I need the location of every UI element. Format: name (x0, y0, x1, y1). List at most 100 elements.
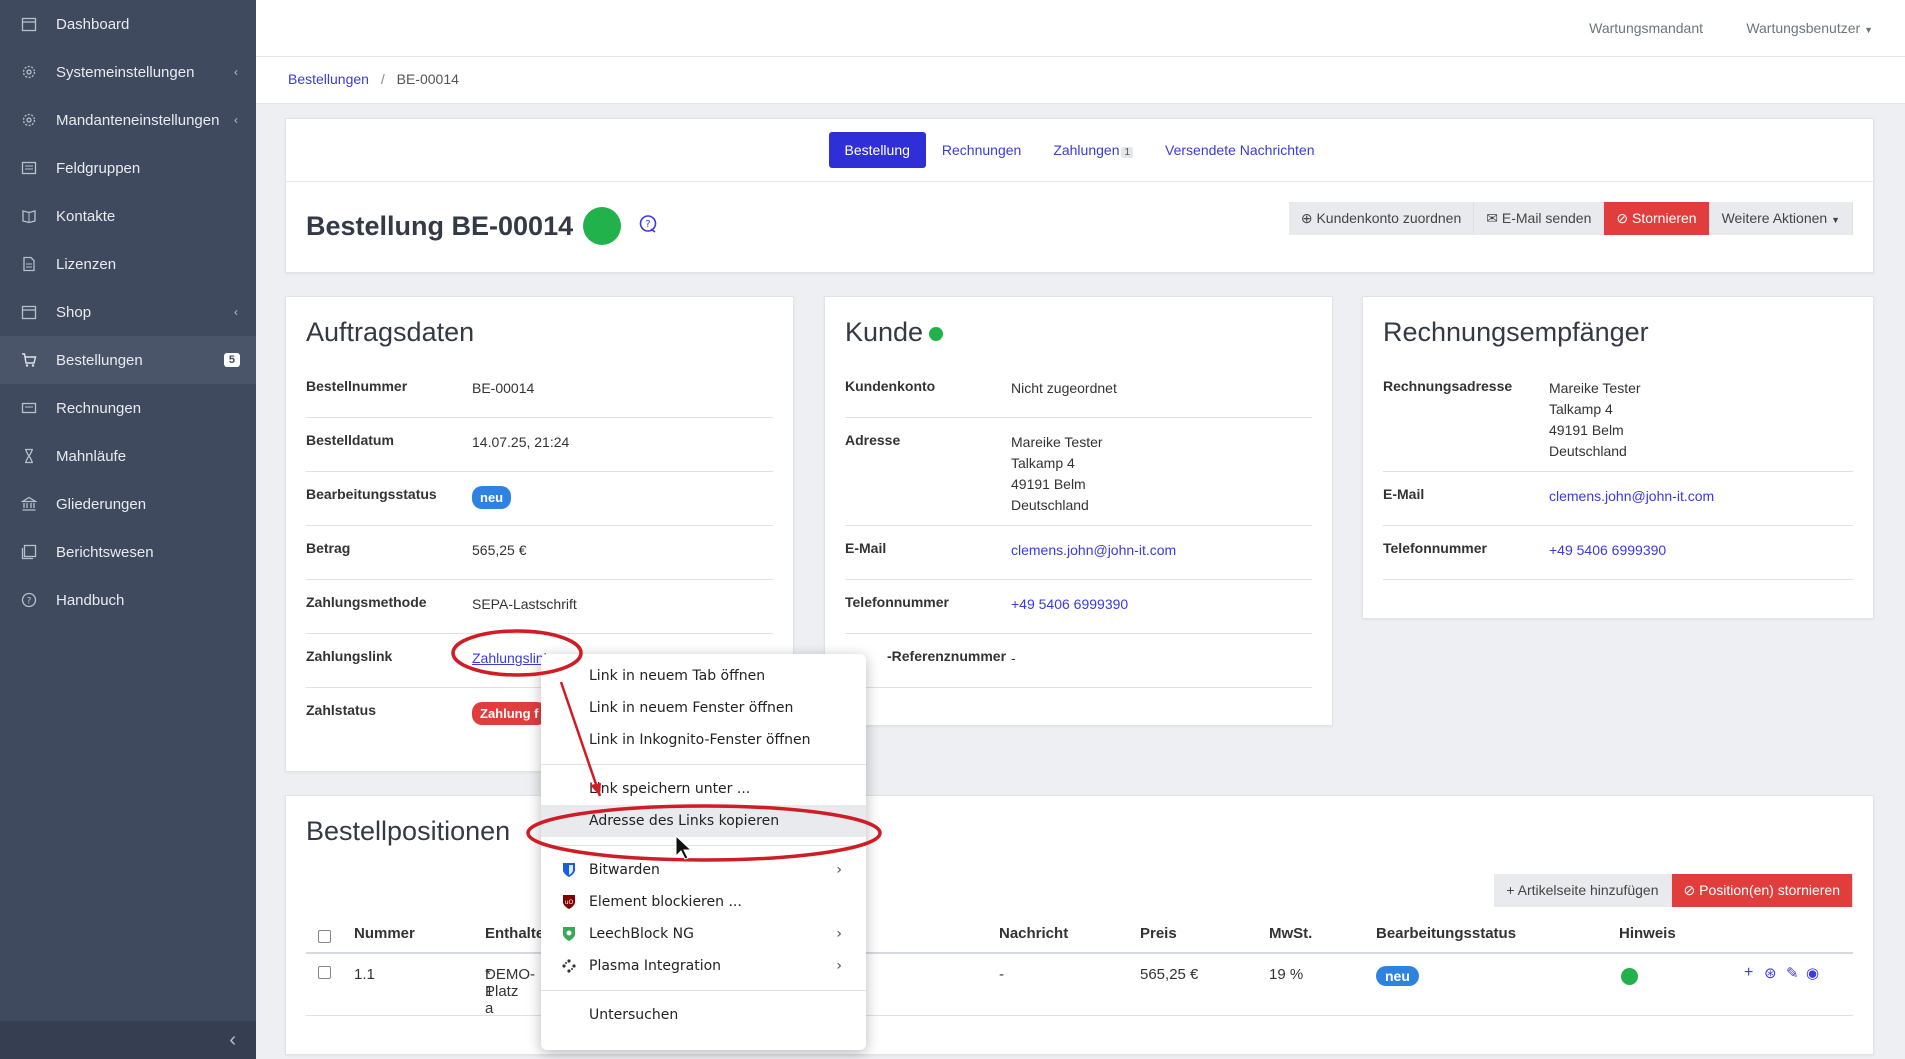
invoice-address: Mareike Tester Talkamp 4 49191 Belm Deut… (1549, 378, 1641, 462)
customer-phone-row: Telefonnummer +49 5406 6999390 (845, 580, 1312, 634)
column-header: Preis (1140, 925, 1177, 942)
divider (286, 181, 1873, 182)
sidebar-item-dashboard[interactable]: Dashboard (0, 0, 256, 48)
tab-bar: Bestellung Rechnungen Zahlungen 1 Versend… (286, 132, 1873, 168)
payment-status-badge: Zahlung f (472, 702, 547, 725)
column-header: MwSt. (1269, 925, 1313, 942)
field-label: Rechnungsadresse (1383, 378, 1513, 394)
menu-separator (541, 990, 866, 991)
tab-versendete-nachrichten[interactable]: Versendete Nachrichten (1149, 132, 1330, 168)
add-article-button[interactable]: + Artikelseite hinzufügen (1494, 874, 1672, 907)
page-title: Bestellung BE-00014 (306, 211, 574, 241)
position-vat: 19 % (1269, 966, 1304, 983)
sidebar-item-lizenzen[interactable]: Lizenzen (0, 240, 256, 288)
sidebar-item-label: Systemeinstellungen (56, 63, 195, 81)
tenant-label[interactable]: Wartungsmandant (1589, 20, 1703, 36)
breadcrumb: Bestellungen / BE-00014 (256, 57, 1905, 104)
menu-item-open-incognito[interactable]: Link in Inkognito-Fenster öffnen (541, 724, 866, 756)
customer-account-row: Kundenkonto Nicht zugeordnet (845, 364, 1312, 418)
menu-item-bitwarden[interactable]: Bitwarden › (541, 854, 866, 886)
sidebar-item-label: Gliederungen (56, 495, 147, 513)
sidebar-item-label: Mandanteneinstellungen (56, 111, 220, 129)
tab-label: Zahlungen (1053, 142, 1120, 158)
sidebar-item-mahnlaeufe[interactable]: Mahnläufe (0, 432, 256, 480)
menu-item-label: Link in Inkognito-Fenster öffnen (589, 732, 811, 748)
sidebar-item-rechnungen[interactable]: Rechnungen (0, 384, 256, 432)
menu-item-copy-link-address[interactable]: Adresse des Links kopieren (541, 805, 866, 837)
contents-line: * Platz a (485, 966, 519, 1017)
book-icon (20, 207, 38, 225)
sidebar-item-kontakte[interactable]: Kontakte (0, 192, 256, 240)
sidebar-item-systemeinstellungen[interactable]: Systemeinstellungen ‹ (0, 48, 256, 96)
calendar-icon (20, 303, 38, 321)
status-indicator (929, 326, 944, 341)
hourglass-icon (20, 447, 38, 465)
invoice-address-row: Rechnungsadresse Mareike Tester Talkamp … (1383, 364, 1853, 472)
button-label: Position(en) stornieren (1699, 882, 1840, 898)
sidebar-item-berichtswesen[interactable]: Berichtswesen (0, 528, 256, 576)
address-line: Deutschland (1011, 497, 1089, 513)
sidebar-item-shop[interactable]: Shop ‹ (0, 288, 256, 336)
menu-item-label: Link speichern unter ... (589, 781, 751, 797)
sidebar-item-mandanteneinstellungen[interactable]: Mandanteneinstellungen ‹ (0, 96, 256, 144)
menu-item-save-link[interactable]: Link speichern unter ... (541, 773, 866, 805)
field-label: Bearbeitungsstatus (306, 486, 437, 502)
phone-link[interactable]: +49 5406 6999390 (1549, 542, 1666, 558)
table-header: Nummer Enthalte Nachricht Preis MwSt. Be… (306, 916, 1853, 954)
sidebar-item-label: Handbuch (56, 591, 125, 609)
assign-account-button[interactable]: ⊕ Kundenkonto zuordnen (1288, 202, 1475, 235)
ban-icon: ⊘ (1683, 882, 1696, 898)
tab-rechnungen[interactable]: Rechnungen (926, 132, 1037, 168)
menu-item-element-blockieren[interactable]: uO Element blockieren ... (541, 886, 866, 918)
plus-icon[interactable]: + (1744, 964, 1753, 982)
send-email-button[interactable]: ✉ E-Mail senden (1474, 202, 1605, 235)
menu-item-untersuchen[interactable]: Untersuchen (541, 999, 866, 1031)
eye-icon[interactable]: ◉ (1806, 964, 1819, 982)
card-title: Bestellpositionen (306, 816, 511, 846)
chevron-left-icon[interactable]: ‹ (229, 1029, 236, 1052)
field-label: E-Mail (1383, 486, 1425, 502)
pencil-icon[interactable]: ✎ (1786, 964, 1799, 982)
caret-down-icon: ▼ (1864, 25, 1873, 35)
menu-item-label: Bitwarden (589, 862, 660, 878)
menu-separator (541, 764, 866, 765)
menu-item-plasma-integration[interactable]: Plasma Integration › (541, 950, 866, 982)
menu-item-open-new-tab[interactable]: Link in neuem Tab öffnen (541, 660, 866, 692)
address-line: Talkamp 4 (1011, 455, 1075, 471)
status-badge: neu (1376, 966, 1419, 986)
tab-zahlungen[interactable]: Zahlungen 1 (1037, 132, 1149, 168)
sidebar-item-handbuch[interactable]: ? Handbuch (0, 576, 256, 624)
sidebar-item-gliederungen[interactable]: Gliederungen (0, 480, 256, 528)
tab-bestellung[interactable]: Bestellung (828, 132, 926, 168)
select-all-checkbox[interactable] (318, 930, 331, 943)
address-line: Mareike Tester (1011, 434, 1103, 450)
field-label: Zahlungsmethode (306, 594, 427, 610)
more-actions-dropdown[interactable]: Weitere Aktionen ▼ (1709, 202, 1853, 235)
question-bubble-icon[interactable]: ? (638, 214, 658, 240)
menu-item-open-new-window[interactable]: Link in neuem Fenster öffnen (541, 692, 866, 724)
customer-address: Mareike Tester Talkamp 4 49191 Belm Deut… (1011, 432, 1103, 516)
user-menu[interactable]: Wartungsbenutzer ▼ (1746, 20, 1873, 36)
cancel-order-button[interactable]: ⊘ Stornieren (1604, 202, 1710, 235)
payment-link[interactable]: Zahlungslink (472, 650, 551, 666)
email-link[interactable]: clemens.john@john-it.com (1011, 542, 1176, 558)
field-label: Bestellnummer (306, 378, 408, 394)
column-header: Enthalte (485, 925, 545, 942)
sidebar-item-feldgruppen[interactable]: Feldgruppen (0, 144, 256, 192)
row-checkbox[interactable] (318, 966, 331, 979)
document-icon (20, 255, 38, 273)
arrow-circle-icon[interactable]: ⊛ (1764, 964, 1777, 982)
receipt-icon (20, 399, 38, 417)
field-label: Telefonnummer (845, 594, 949, 610)
cancel-positions-button[interactable]: ⊘ Position(en) stornieren (1671, 874, 1853, 907)
menu-item-leechblock[interactable]: LeechBlock NG › (541, 918, 866, 950)
button-label: E-Mail senden (1501, 210, 1592, 226)
order-number: BE-00014 (472, 380, 535, 396)
sidebar-item-bestellungen[interactable]: Bestellungen 5 (0, 336, 256, 384)
phone-link[interactable]: +49 5406 6999390 (1011, 596, 1128, 612)
email-link[interactable]: clemens.john@john-it.com (1549, 488, 1714, 504)
column-header: Nachricht (999, 925, 1069, 942)
invoice-recipient-card: Rechnungsempfänger Rechnungsadresse Mare… (1362, 296, 1874, 619)
menu-item-label: Adresse des Links kopieren (589, 813, 780, 829)
breadcrumb-link-bestellungen[interactable]: Bestellungen (288, 71, 369, 87)
